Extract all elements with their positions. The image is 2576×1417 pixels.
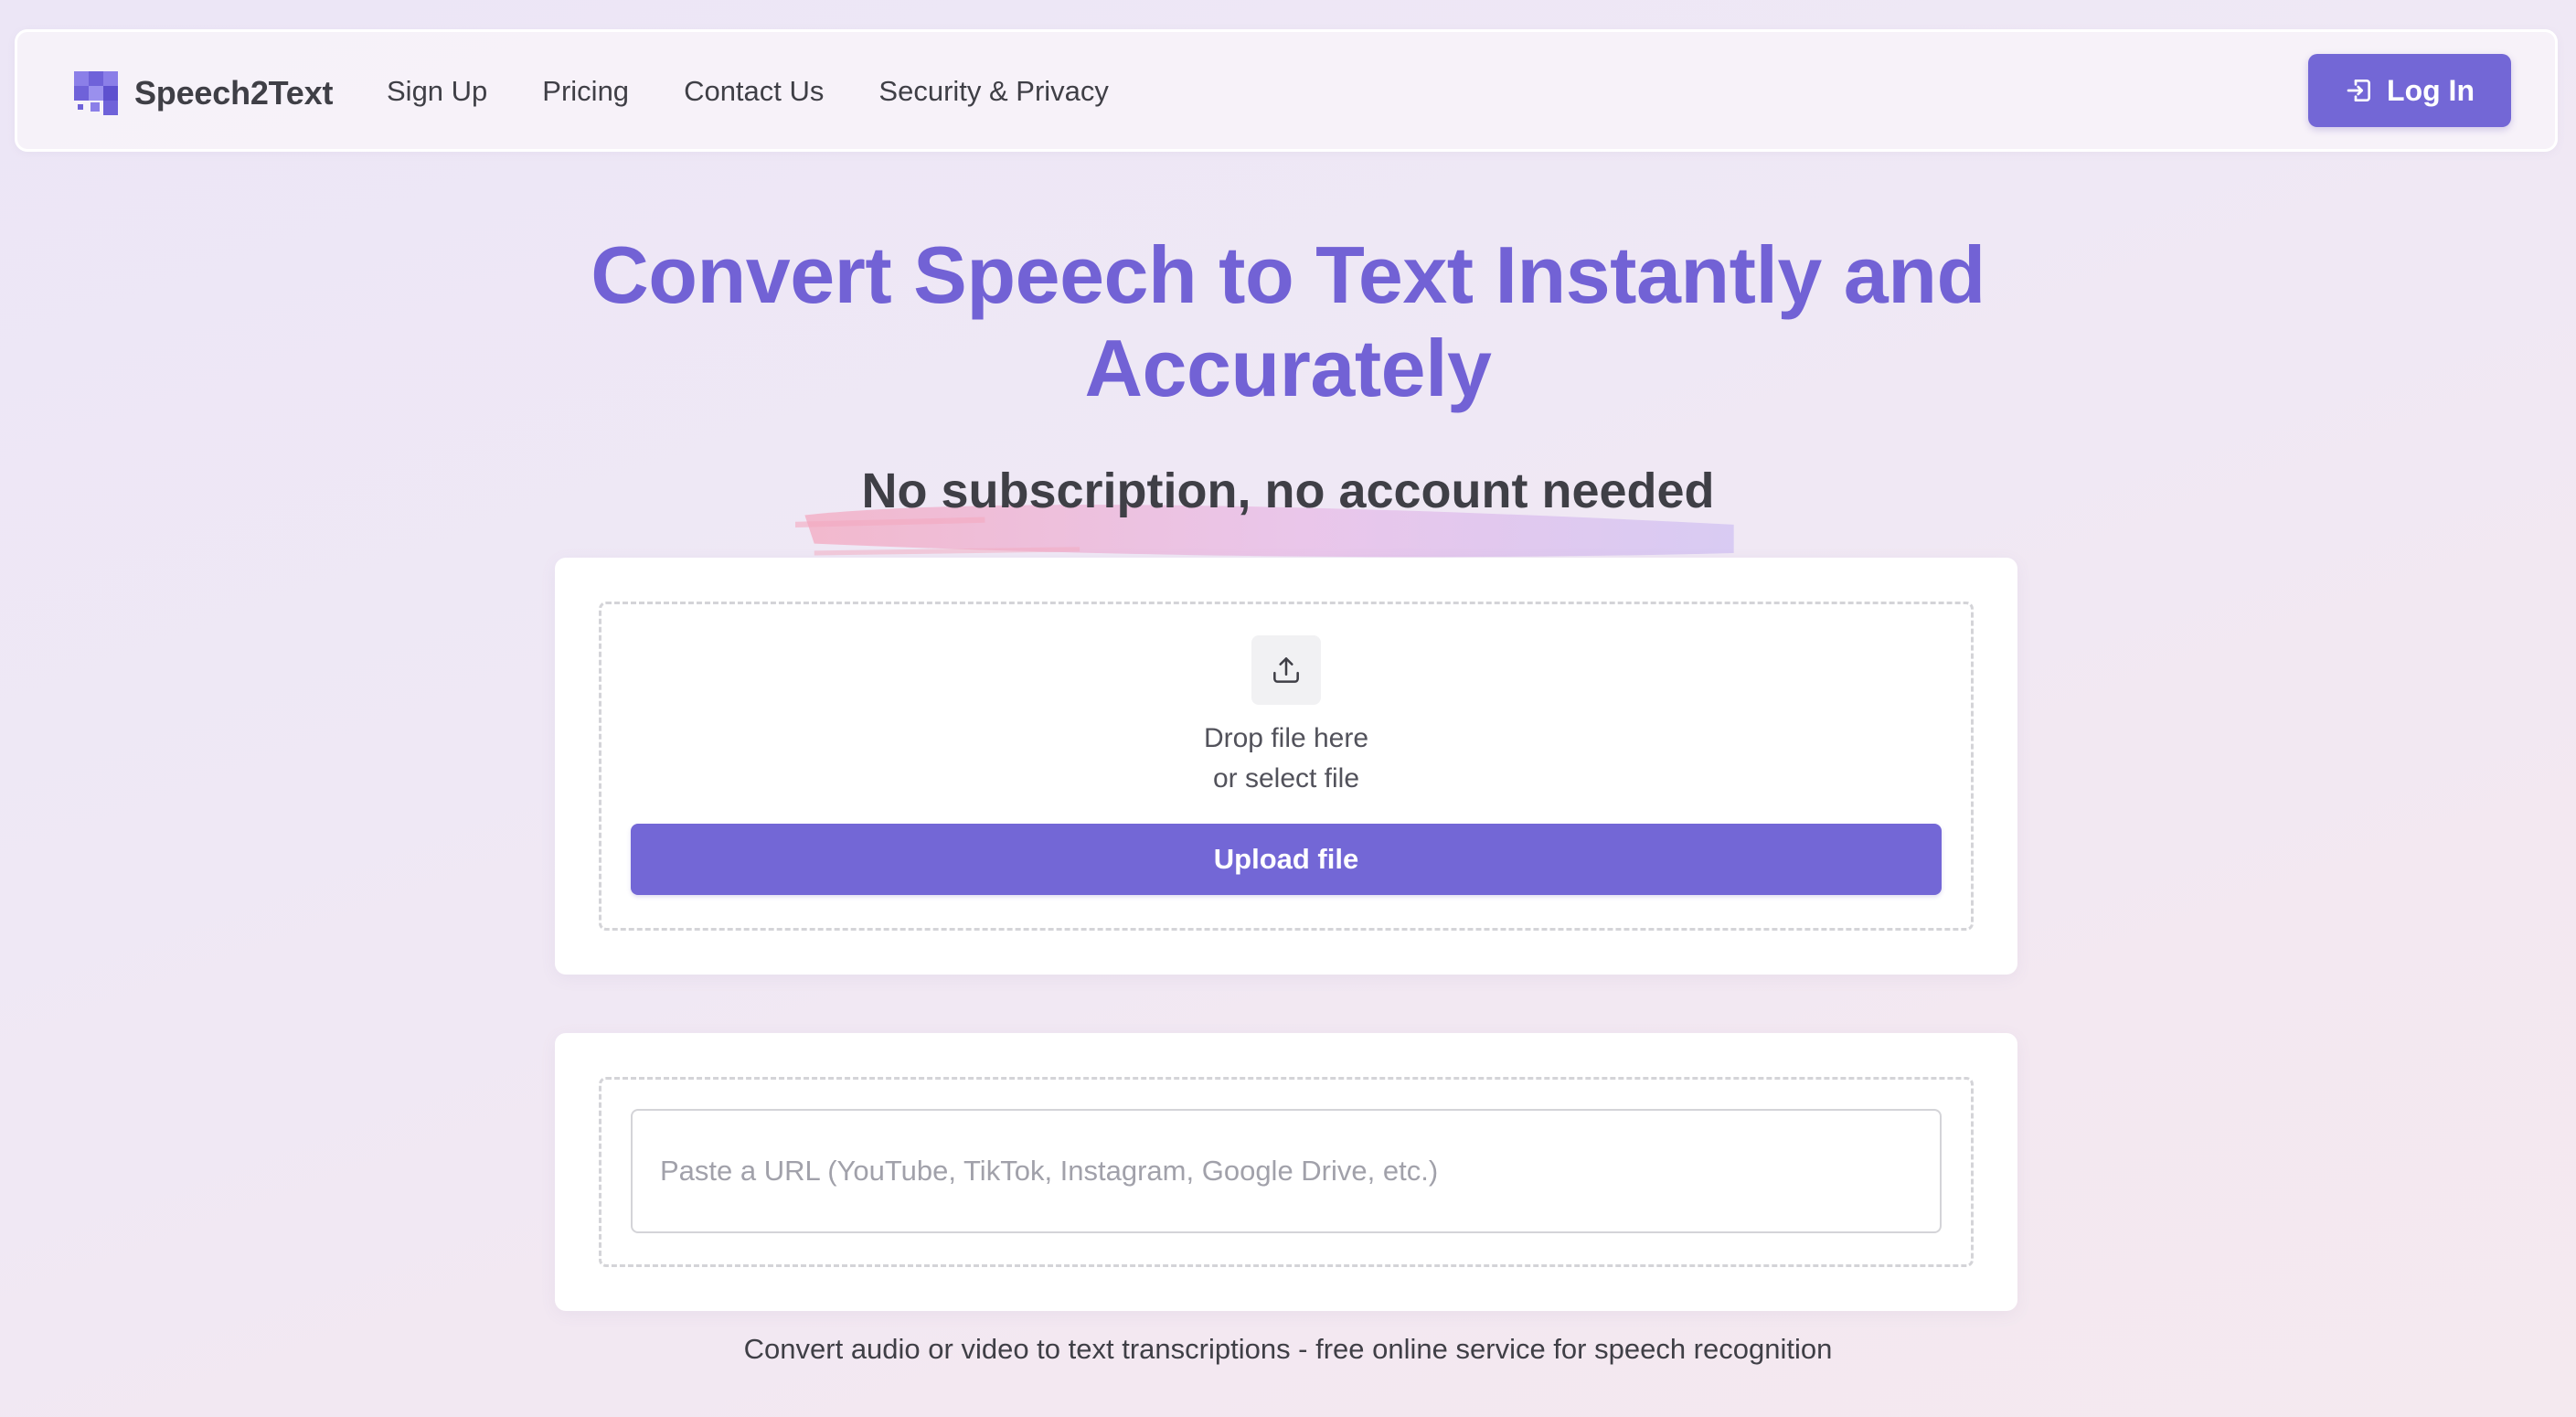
nav-link-contact-us[interactable]: Contact Us <box>684 75 824 108</box>
hero-title: Convert Speech to Text Instantly and Acc… <box>0 229 2576 415</box>
url-card <box>555 1033 2017 1311</box>
nav-link-pricing[interactable]: Pricing <box>542 75 629 108</box>
top-navbar: Speech2Text Sign Up Pricing Contact Us S… <box>15 29 2558 152</box>
upload-icon <box>1273 657 1299 683</box>
upload-card: Drop file here or select file Upload fil… <box>555 558 2017 975</box>
grid-logo-icon <box>74 71 118 115</box>
nav-link-security-privacy[interactable]: Security & Privacy <box>878 75 1109 108</box>
nav-link-sign-up[interactable]: Sign Up <box>387 75 487 108</box>
brand[interactable]: Speech2Text <box>74 71 333 115</box>
hero-subtitle-text: No subscription, no account needed <box>861 463 1715 518</box>
select-file-text[interactable]: or select file <box>601 763 1971 794</box>
login-button[interactable]: Log In <box>2308 54 2511 127</box>
subtitle-container: No subscription, no account needed <box>0 457 2576 558</box>
nav-links: Sign Up Pricing Contact Us Security & Pr… <box>387 75 1164 108</box>
file-dropzone[interactable]: Drop file here or select file Upload fil… <box>599 602 1974 931</box>
drop-file-text: Drop file here <box>1203 723 1369 753</box>
hero-subtitle: No subscription, no account needed <box>795 457 1735 558</box>
footer-tagline: Convert audio or video to text transcrip… <box>743 1333 1833 1365</box>
login-icon <box>2347 80 2371 101</box>
upload-file-button[interactable]: Upload file <box>631 824 1942 895</box>
url-input[interactable] <box>631 1109 1942 1233</box>
upload-icon-button[interactable] <box>1251 635 1321 705</box>
hero-title-line-1: Convert Speech to Text Instantly and <box>591 229 1985 320</box>
url-dropzone <box>599 1077 1974 1267</box>
brand-name: Speech2Text <box>134 74 334 112</box>
login-label: Log In <box>2387 73 2475 107</box>
hero-title-line-2: Accurately <box>1084 323 1492 413</box>
